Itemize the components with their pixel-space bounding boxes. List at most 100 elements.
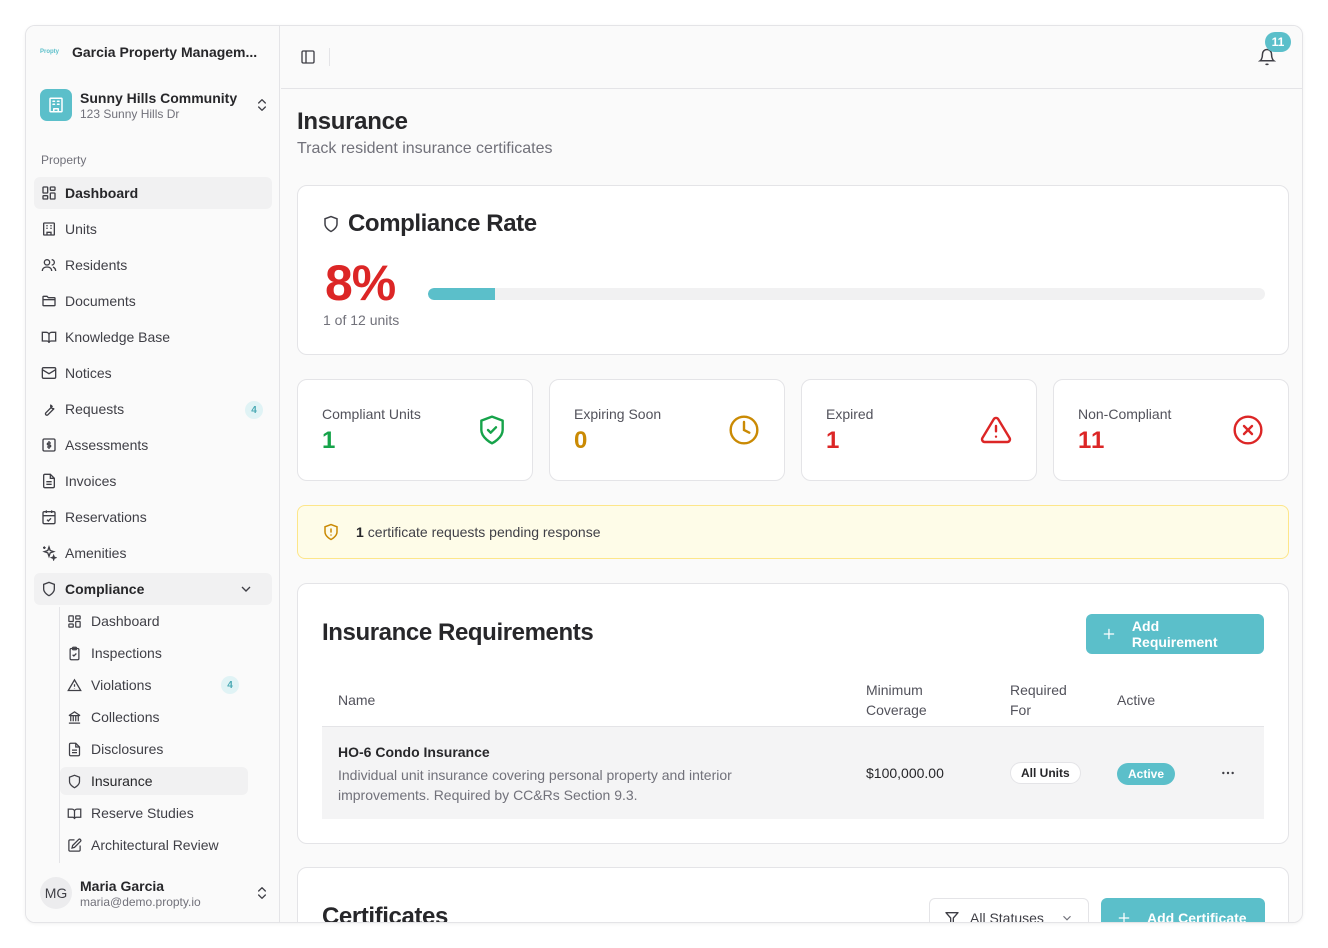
sidebar-item-notices[interactable]: Notices xyxy=(34,357,272,389)
sidebar-item-label: Notices xyxy=(65,365,112,381)
sidebar-item-dashboard[interactable]: Dashboard xyxy=(34,177,272,209)
book-icon xyxy=(41,331,57,344)
violations-count-badge: 4 xyxy=(221,676,239,694)
submenu-item-collections[interactable]: Collections xyxy=(60,703,248,731)
column-header-name: Name xyxy=(338,691,376,708)
sidebar-item-label: Requests xyxy=(65,401,125,417)
sidebar-item-reservations[interactable]: Reservations xyxy=(34,501,272,533)
notification-count-badge: 11 xyxy=(1265,32,1291,52)
shield-icon xyxy=(324,215,338,233)
compliance-rate-card: Compliance Rate 8% 1 of 12 units xyxy=(297,185,1289,355)
sidebar-item-label: Dashboard xyxy=(65,185,139,201)
submenu-item-insurance[interactable]: Insurance xyxy=(60,767,248,795)
calendar-icon xyxy=(42,510,56,525)
wrench-icon xyxy=(44,404,55,416)
stat-value: 0 xyxy=(574,427,589,454)
sidebar-item-amenities[interactable]: Amenities xyxy=(34,537,272,569)
compliance-rate-title-text: Compliance Rate xyxy=(348,210,537,237)
stat-card-expired: Expired 1 xyxy=(801,379,1037,481)
sidebar-item-label: Compliance xyxy=(65,581,145,597)
user-name: Maria Garcia xyxy=(80,877,165,894)
submenu-item-label: Collections xyxy=(91,709,160,725)
compliance-progress-fill xyxy=(428,288,495,300)
stat-value: 11 xyxy=(1078,427,1106,454)
sidebar-item-compliance[interactable]: Compliance xyxy=(34,573,272,605)
status-filter-value: All Statuses xyxy=(970,910,1044,922)
submenu-item-label: Reserve Studies xyxy=(91,805,194,821)
clock-icon xyxy=(729,415,759,445)
page-title: Insurance xyxy=(297,108,408,135)
add-certificate-label: Add Certificate xyxy=(1147,910,1247,922)
nav-section-label: Property xyxy=(41,153,87,167)
certificates-title: Certificates xyxy=(322,903,448,922)
sidebar-item-knowledge-base[interactable]: Knowledge Base xyxy=(34,321,272,353)
compliance-rate-value: 8% xyxy=(325,255,396,311)
table-row[interactable]: HO-6 Condo Insurance Individual unit ins… xyxy=(322,727,1264,819)
file-icon xyxy=(68,742,81,756)
folder-icon xyxy=(42,295,56,307)
submenu-item-disclosures[interactable]: Disclosures xyxy=(60,735,248,763)
stat-card-compliant: Compliant Units 1 xyxy=(297,379,533,481)
community-address: 123 Sunny Hills Dr xyxy=(80,106,180,121)
sidebar-item-label: Assessments xyxy=(65,437,149,453)
requirements-table-header: Name Minimum Coverage Required For Activ… xyxy=(322,672,1264,727)
active-status-badge: Active xyxy=(1117,763,1176,785)
dashboard-icon xyxy=(42,186,56,200)
community-name: Sunny Hills Community xyxy=(80,89,238,106)
requirements-title: Insurance Requirements xyxy=(322,619,594,646)
sidebar-item-residents[interactable]: Residents xyxy=(34,249,272,281)
dashboard-icon xyxy=(68,614,81,628)
sidebar-item-units[interactable]: Units xyxy=(34,213,272,245)
shield-alert-icon xyxy=(324,523,338,541)
stat-label: Compliant Units xyxy=(322,406,421,422)
main-content: 11 Insurance Track resident insurance ce… xyxy=(281,26,1302,922)
submenu-item-inspections[interactable]: Inspections xyxy=(60,639,248,667)
sidebar-toggle-icon[interactable] xyxy=(300,49,316,65)
users-icon xyxy=(41,259,57,272)
status-filter-select[interactable]: All Statuses xyxy=(929,898,1089,922)
file-icon xyxy=(43,473,55,489)
bank-icon xyxy=(68,710,81,724)
stat-value: 1 xyxy=(322,427,337,454)
compliance-progress-bar xyxy=(428,288,1265,300)
compliance-rate-title: Compliance Rate xyxy=(322,210,537,238)
stat-label: Expired xyxy=(826,406,874,422)
submenu-item-reserve-studies[interactable]: Reserve Studies xyxy=(60,799,248,827)
submenu-item-architectural-review[interactable]: Architectural Review xyxy=(60,831,248,859)
sidebar-item-label: Reservations xyxy=(65,509,147,525)
certificates-card: Certificates All Statuses Add Certificat… xyxy=(297,867,1289,922)
user-menu[interactable]: MG Maria Garcia maria@demo.propty.io xyxy=(40,876,270,910)
sidebar-nav: Dashboard Units Residents Documents Know… xyxy=(34,177,272,609)
sidebar-item-label: Residents xyxy=(65,257,128,273)
sparkles-icon xyxy=(42,545,57,561)
requirement-description: Individual unit insurance covering perso… xyxy=(338,767,732,803)
submenu-item-label: Violations xyxy=(91,677,152,693)
add-certificate-button[interactable]: Add Certificate xyxy=(1101,898,1265,922)
insurance-requirements-card: Insurance Requirements Add Requirement N… xyxy=(297,583,1289,844)
building-icon xyxy=(43,222,55,236)
divider xyxy=(329,48,330,66)
submenu-item-label: Inspections xyxy=(91,645,162,661)
submenu-item-label: Architectural Review xyxy=(91,837,219,853)
shield-icon xyxy=(68,774,81,788)
add-requirement-button[interactable]: Add Requirement xyxy=(1086,614,1264,654)
sidebar-item-requests[interactable]: Requests 4 xyxy=(34,393,272,425)
sidebar-item-documents[interactable]: Documents xyxy=(34,285,272,317)
requirement-coverage: $100,000.00 xyxy=(866,765,944,781)
warning-icon xyxy=(67,678,82,691)
more-horizontal-icon[interactable] xyxy=(1220,765,1236,781)
submenu-item-label: Dashboard xyxy=(91,613,160,629)
submenu-item-violations[interactable]: Violations 4 xyxy=(60,671,248,699)
community-switcher[interactable]: Sunny Hills Community 123 Sunny Hills Dr xyxy=(40,88,270,122)
sidebar-item-invoices[interactable]: Invoices xyxy=(34,465,272,497)
submenu-item-label: Disclosures xyxy=(91,741,164,757)
sidebar-item-label: Units xyxy=(65,221,97,237)
x-circle-icon xyxy=(1233,415,1263,445)
submenu-item-dashboard[interactable]: Dashboard xyxy=(60,607,248,635)
sidebar-item-assessments[interactable]: Assessments xyxy=(34,429,272,461)
required-for-badge: All Units xyxy=(1010,762,1081,784)
add-requirement-label: Add Requirement xyxy=(1131,618,1218,650)
requests-count-badge: 4 xyxy=(245,401,263,419)
stat-value: 1 xyxy=(826,427,841,454)
org-switcher[interactable]: Propty Garcia Property Managem... xyxy=(40,44,257,60)
